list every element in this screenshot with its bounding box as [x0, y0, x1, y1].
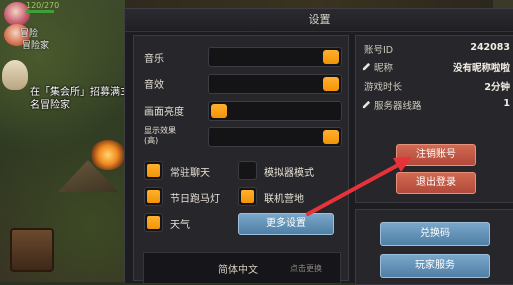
- pencil-icon[interactable]: [362, 62, 371, 71]
- cancel-account-button[interactable]: 注销账号: [396, 144, 476, 166]
- display-effect-level-label: (高): [144, 136, 159, 145]
- account-panel: 账号ID 242083 昵称 没有昵称啦啦 游戏时长 2分钟 服务器线路 1 注…: [355, 35, 513, 203]
- display-effect-slider-knob[interactable]: [323, 130, 339, 144]
- sfx-label: 音效: [144, 80, 164, 91]
- toggle-weather-label: 天气: [170, 220, 190, 231]
- toggle-emulator-mode[interactable]: [238, 161, 257, 180]
- server-line-value: 1: [503, 98, 510, 109]
- logout-button[interactable]: 退出登录: [396, 172, 476, 194]
- toggle-persistent-chat[interactable]: [144, 161, 163, 180]
- toggle-online-camp-label: 联机营地: [264, 194, 304, 205]
- language-value: 简体中文: [218, 265, 258, 276]
- music-label: 音乐: [144, 54, 164, 65]
- hp-bar: [26, 10, 54, 13]
- toggle-online-camp[interactable]: [238, 187, 257, 206]
- settings-dialog: 设置 音乐 音效 画面亮度 显示效果 (高) 常驻聊天 模拟器模式 节日跑马灯 …: [124, 8, 513, 285]
- brightness-slider-knob[interactable]: [211, 104, 227, 118]
- language-hint: 点击更换: [290, 264, 322, 273]
- account-id-label: 账号ID: [364, 45, 394, 56]
- service-panel: 兑换码 玩家服务: [355, 209, 513, 285]
- account-id-value: 242083: [470, 42, 510, 53]
- dialog-title: 设置: [125, 9, 513, 32]
- nickname-row[interactable]: 昵称 没有昵称啦啦: [356, 58, 513, 76]
- display-effect-slider[interactable]: [208, 127, 342, 147]
- campfire-image: [90, 140, 126, 170]
- pencil-icon[interactable]: [362, 100, 371, 109]
- account-id-row: 账号ID 242083: [356, 40, 513, 58]
- toggle-festival-marquee-label: 节日跑马灯: [170, 194, 220, 205]
- redeem-code-button[interactable]: 兑换码: [380, 222, 490, 246]
- hp-text: 120/270: [26, 1, 60, 10]
- brightness-slider[interactable]: [208, 101, 342, 121]
- npc-character[interactable]: [2, 60, 28, 90]
- music-slider-knob[interactable]: [323, 50, 339, 64]
- quest-text[interactable]: 在「集会所」招募满3名冒险家: [30, 86, 128, 112]
- party-name: 冒险家: [22, 41, 50, 51]
- settings-panel: 音乐 音效 画面亮度 显示效果 (高) 常驻聊天 模拟器模式 节日跑马灯 联机营…: [133, 35, 349, 281]
- playtime-row: 游戏时长 2分钟: [356, 77, 513, 95]
- sfx-slider[interactable]: [208, 74, 342, 94]
- player-service-button[interactable]: 玩家服务: [380, 254, 490, 278]
- toggle-persistent-chat-label: 常驻聊天: [170, 168, 210, 179]
- more-settings-button[interactable]: 更多设置: [238, 213, 334, 235]
- sfx-slider-knob[interactable]: [323, 77, 339, 91]
- toggle-emulator-mode-label: 模拟器模式: [264, 168, 314, 179]
- server-line-row[interactable]: 服务器线路 1: [356, 96, 513, 114]
- music-slider[interactable]: [208, 47, 342, 67]
- nickname-label: 昵称: [374, 63, 394, 74]
- server-line-label: 服务器线路: [374, 101, 422, 112]
- nickname-value: 没有昵称啦啦: [452, 63, 510, 74]
- toggle-weather[interactable]: [144, 213, 163, 232]
- treasure-chest-image[interactable]: [10, 228, 54, 272]
- brightness-label: 画面亮度: [144, 107, 184, 118]
- playtime-label: 游戏时长: [364, 82, 403, 93]
- toggle-festival-marquee[interactable]: [144, 187, 163, 206]
- playtime-value: 2分钟: [484, 82, 510, 93]
- language-selector[interactable]: 简体中文 点击更换: [143, 252, 341, 284]
